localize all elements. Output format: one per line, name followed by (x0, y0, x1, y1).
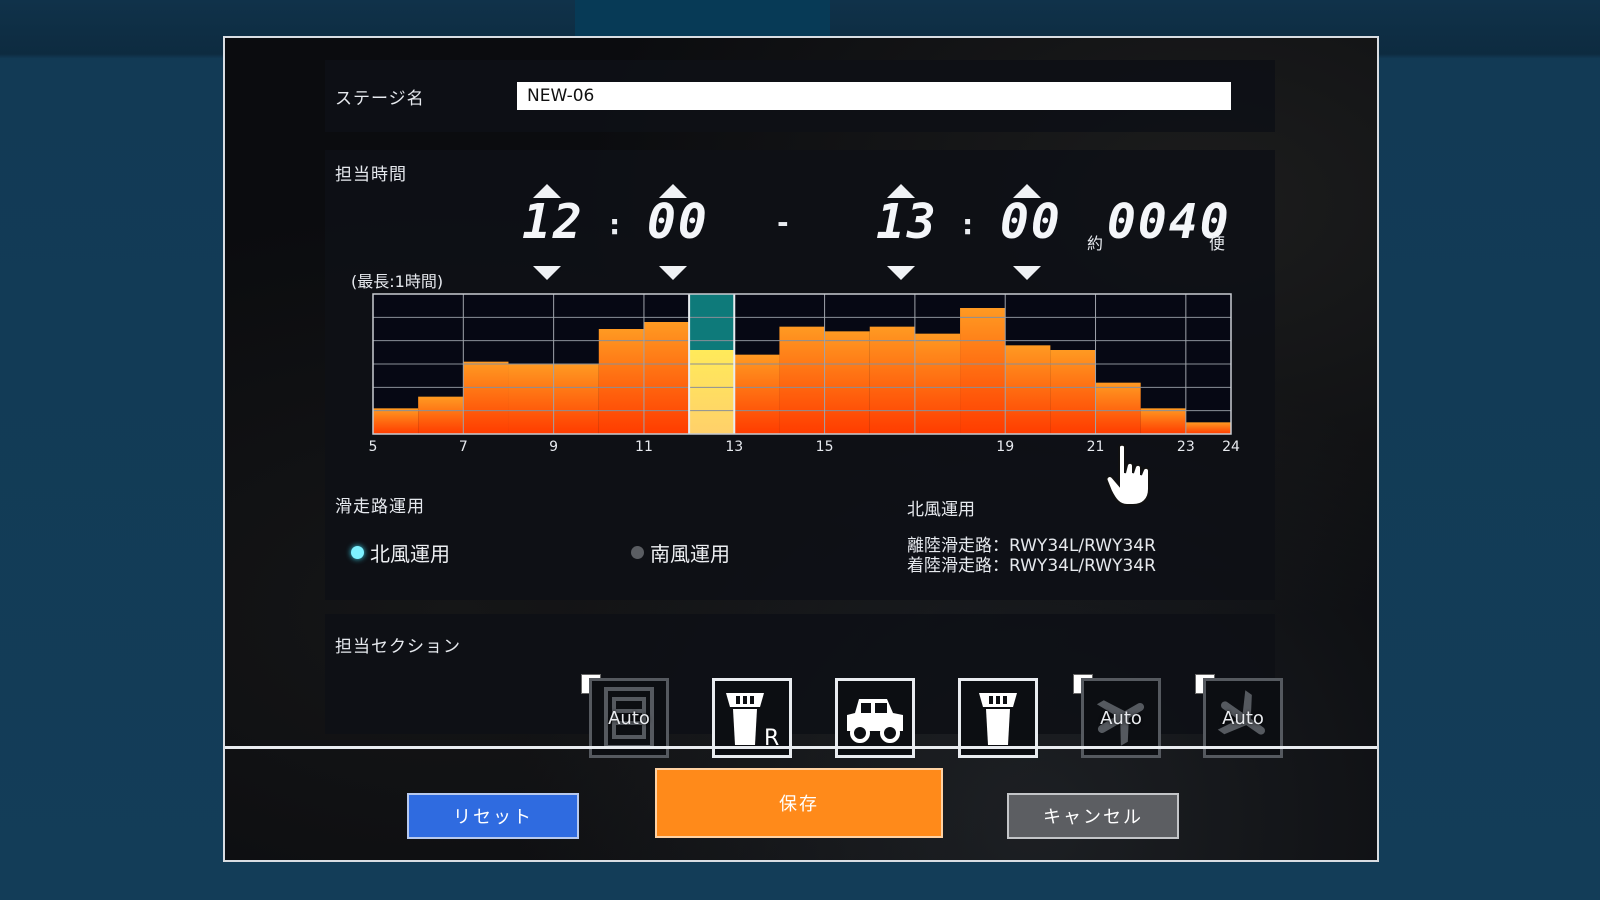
histogram-bar (869, 326, 915, 434)
stage-name-panel: ステージ名 NEW-06 (325, 60, 1275, 132)
histogram-bar (1185, 422, 1231, 434)
start-min-down-arrow[interactable] (659, 266, 687, 280)
radio-dot-north (351, 546, 364, 559)
car-icon (847, 699, 903, 743)
hand-pointer-icon (1105, 443, 1150, 506)
start-hour-display: 12 (522, 194, 584, 250)
x-tick-label: 21 (1087, 439, 1105, 455)
histogram-bar (553, 364, 599, 434)
end-min-display: 00 (1000, 194, 1062, 250)
range-dash: - (777, 206, 789, 239)
x-tick-label: 9 (549, 439, 558, 455)
footer-divider (225, 746, 1377, 749)
runway-label: 滑走路運用 (335, 497, 425, 517)
departure-runway-text: 離陸滑走路：RWY34L/RWY34R (907, 536, 1156, 556)
x-tick-label: 13 (725, 439, 743, 455)
histogram-bar (1140, 408, 1186, 434)
histogram-bar (779, 326, 825, 434)
stage-name-label: ステージ名 (335, 89, 425, 109)
stage-edit-dialog: ステージ名 NEW-06 担当時間 12 : 00 - 13 : 00 約 00… (223, 36, 1379, 862)
histogram-bar (1050, 350, 1096, 434)
histogram-bar (643, 322, 690, 434)
x-tick-label: 11 (635, 439, 653, 455)
arrival-runway-text: 着陸滑走路：RWY34L/RWY34R (907, 556, 1156, 576)
histogram-bar (914, 333, 961, 434)
radio-north-label: 北風運用 (370, 542, 450, 566)
runway-info-title: 北風運用 (907, 500, 975, 520)
histogram-bar (960, 308, 1006, 434)
top-glow (575, 0, 830, 36)
end-hour-down-arrow[interactable] (887, 266, 915, 280)
selected-bar (689, 350, 735, 434)
start-colon: : (609, 208, 621, 241)
x-tick-label: 5 (369, 439, 378, 455)
end-min-down-arrow[interactable] (1013, 266, 1041, 280)
sections-label: 担当セクション (335, 637, 461, 657)
shift-time-label: 担当時間 (335, 165, 407, 185)
histogram-bar (598, 329, 644, 434)
radio-south-wind[interactable]: 南風運用 (631, 538, 730, 567)
histogram-bar (463, 361, 509, 434)
radio-dot-south (631, 546, 644, 559)
histogram-bar (824, 331, 870, 434)
save-button[interactable]: 保存 (655, 768, 943, 838)
histogram-bar (373, 408, 419, 434)
end-colon: : (962, 208, 974, 241)
departure-auto-label: Auto (1100, 707, 1142, 729)
start-min-display: 00 (647, 194, 709, 250)
cancel-button[interactable]: キャンセル (1007, 793, 1179, 839)
reset-button[interactable]: リセット (407, 793, 579, 839)
arrival-auto-label: Auto (1222, 707, 1264, 729)
histogram-bar (1095, 382, 1141, 434)
start-hour-down-arrow[interactable] (533, 266, 561, 280)
clearance-auto-label: Auto (608, 707, 650, 729)
histogram-bar (418, 396, 464, 434)
tower-radar-icon: R (726, 693, 779, 749)
radio-north-wind[interactable]: 北風運用 (351, 538, 450, 567)
stage-name-input[interactable]: NEW-06 (517, 82, 1231, 110)
histogram-bar (508, 364, 554, 434)
x-tick-label: 19 (996, 439, 1014, 455)
x-tick-label: 23 (1177, 439, 1195, 455)
approx-prefix: 約 (1087, 234, 1104, 253)
control-tower-icon (979, 693, 1017, 745)
histogram-bar (1005, 345, 1051, 434)
flights-suffix: 便 (1209, 234, 1226, 253)
x-tick-label: 7 (459, 439, 468, 455)
radio-south-label: 南風運用 (650, 542, 730, 566)
max-duration-note: (最長:1時間) (351, 272, 444, 291)
x-tick-label: 24 (1222, 439, 1240, 455)
histogram-bar (734, 354, 780, 434)
end-hour-display: 13 (876, 194, 938, 250)
x-tick-label: 15 (816, 439, 834, 455)
